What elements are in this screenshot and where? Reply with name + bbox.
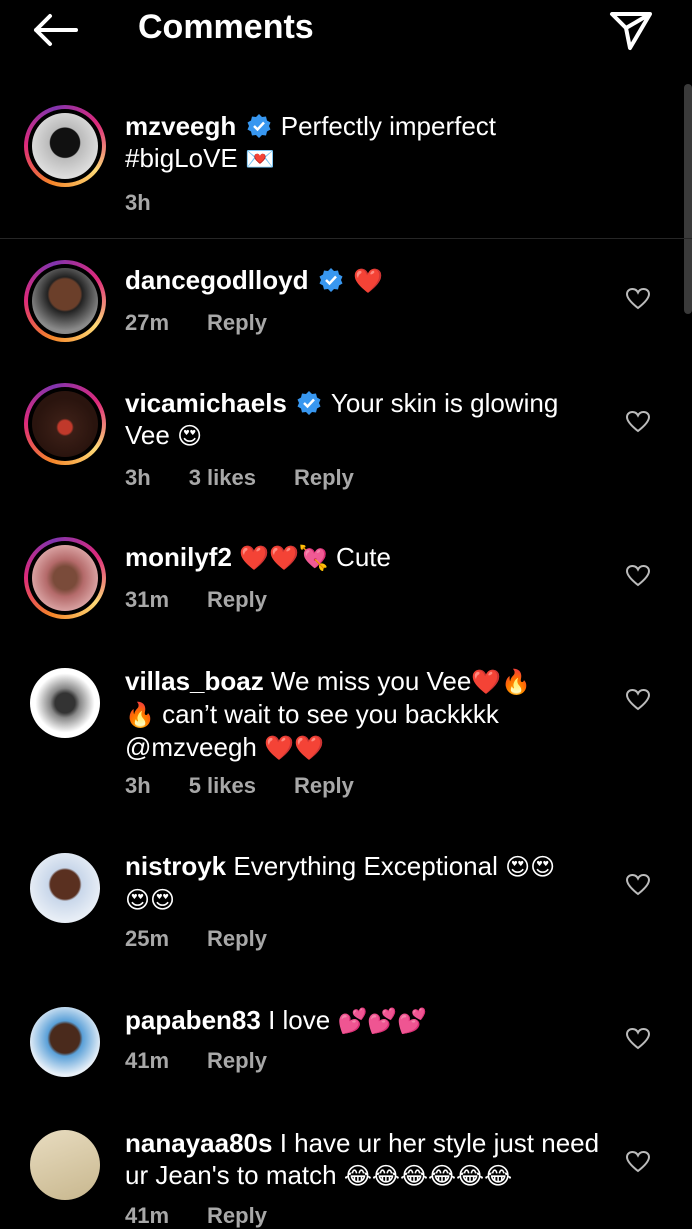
love-letter-emoji: 💌 — [245, 145, 275, 173]
comment-username[interactable]: villas_boaz — [125, 666, 264, 696]
back-arrow-icon[interactable] — [28, 10, 80, 50]
send-icon[interactable] — [606, 8, 656, 54]
like-heart-icon[interactable] — [625, 1026, 651, 1052]
comment-username[interactable]: papaben83 — [125, 1005, 261, 1035]
avatar[interactable] — [24, 383, 106, 465]
page-title: Comments — [138, 8, 314, 46]
red-heart-emoji: ❤️ — [352, 267, 383, 295]
avatar[interactable] — [24, 105, 106, 187]
reply-button[interactable]: Reply — [207, 1203, 267, 1228]
comment-username[interactable]: mzveegh — [125, 111, 236, 141]
mention-link[interactable]: @mzveegh — [125, 732, 257, 762]
like-heart-icon[interactable] — [625, 687, 651, 713]
comment-time: 31m — [125, 587, 170, 612]
heart-eyes-emoji: 😍😍 — [505, 853, 556, 881]
comment-username[interactable]: nanayaa80s — [125, 1128, 272, 1158]
red-hearts-emoji: ❤️❤️ — [264, 734, 324, 762]
like-heart-icon[interactable] — [625, 872, 651, 898]
comment-username[interactable]: dancegodlloyd — [125, 265, 308, 295]
comment-username[interactable]: vicamichaels — [125, 388, 287, 418]
avatar[interactable] — [24, 537, 106, 619]
avatar[interactable] — [30, 1130, 100, 1200]
comment-text: I love — [268, 1005, 331, 1035]
top-bar: Comments — [0, 0, 692, 62]
comment-time: 27m — [125, 310, 170, 335]
hearts-emoji: ❤️❤️💘 — [239, 544, 329, 572]
post-caption: mzveegh Perfectly imperfect #bigLoVE 💌 3… — [0, 98, 692, 239]
comment-text: Cute — [336, 542, 391, 572]
comment-time: 41m — [125, 1203, 170, 1228]
heart-fire-emoji: ❤️🔥 — [471, 668, 532, 696]
comment-username[interactable]: monilyf2 — [125, 542, 232, 572]
comment-text-line2: Vee — [125, 420, 170, 450]
avatar[interactable] — [30, 853, 100, 923]
fire-emoji: 🔥 — [125, 701, 155, 729]
reply-button[interactable]: Reply — [294, 465, 354, 490]
reply-button[interactable]: Reply — [207, 310, 267, 335]
avatar[interactable] — [30, 668, 100, 738]
comment-time: 3h — [125, 465, 151, 490]
verified-badge-icon — [319, 268, 343, 292]
likes-count[interactable]: 3 likes — [189, 465, 256, 490]
reply-button[interactable]: Reply — [207, 1048, 267, 1073]
heart-eyes-emoji: 😍😍 — [125, 886, 176, 914]
likes-count[interactable]: 5 likes — [189, 773, 256, 798]
caption-time: 3h — [125, 190, 151, 215]
verified-badge-icon — [297, 391, 321, 415]
reply-button[interactable]: Reply — [207, 926, 267, 951]
comment-time: 41m — [125, 1048, 170, 1073]
like-heart-icon[interactable] — [625, 563, 651, 589]
caption-text: Perfectly imperfect — [280, 111, 497, 141]
comment-text: I have ur her style just need — [279, 1128, 600, 1158]
comment-time: 25m — [125, 926, 170, 951]
reply-button[interactable]: Reply — [294, 773, 354, 798]
two-hearts-emoji: 💕💕💕 — [337, 1007, 428, 1035]
comment-text: Your skin is glowing — [330, 388, 559, 418]
like-heart-icon[interactable] — [625, 1149, 651, 1175]
verified-badge-icon — [247, 114, 270, 138]
like-heart-icon[interactable] — [625, 286, 651, 312]
avatar[interactable] — [24, 260, 106, 342]
comment-text-line2: ur Jean's to match — [125, 1160, 337, 1190]
reply-button[interactable]: Reply — [207, 587, 267, 612]
comment-text: We miss you Vee — [270, 666, 472, 696]
comment-username[interactable]: nistroyk — [125, 851, 226, 881]
caption-hashtag[interactable]: #bigLoVE — [125, 143, 238, 173]
like-heart-icon[interactable] — [625, 409, 651, 435]
laughing-emoji: 😂😂😂😂😂😂 — [343, 1162, 513, 1190]
comment-time: 3h — [125, 773, 151, 798]
avatar[interactable] — [30, 1007, 100, 1077]
comment-text: Everything Exceptional — [233, 851, 498, 881]
heart-eyes-emoji: 😍 — [177, 422, 203, 450]
comment-text-line2: can’t wait to see you backkkk — [162, 699, 499, 729]
